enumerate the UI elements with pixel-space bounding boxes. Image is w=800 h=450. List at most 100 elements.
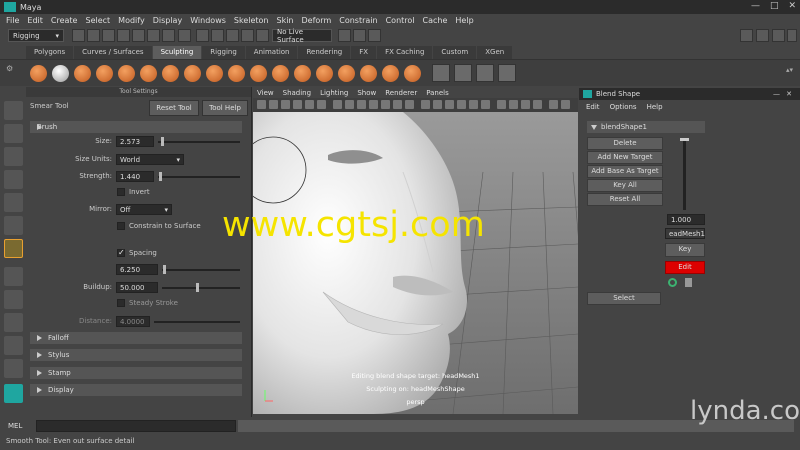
blend-menu-edit[interactable]: Edit [586,103,600,111]
grid-icon[interactable] [333,100,342,109]
fill-tool-icon[interactable] [294,65,311,82]
size-slider-handle[interactable] [161,137,164,146]
mask-icon[interactable] [476,64,494,82]
strength-slider-handle[interactable] [159,172,162,181]
pinch-tool-icon[interactable] [118,65,135,82]
wireframe-icon[interactable] [421,100,430,109]
blend-menu-help[interactable]: Help [647,103,663,111]
shelf-tab-polygons[interactable]: Polygons [26,46,74,59]
buildup-slider[interactable] [162,287,240,289]
viewport-menu-view[interactable]: View [257,89,274,97]
shadows-icon[interactable] [481,100,490,109]
spacing-checkbox[interactable] [117,248,125,257]
shelf-tab-rendering[interactable]: Rendering [298,46,351,59]
channel-box-icon[interactable] [787,29,797,42]
attribute-editor-icon[interactable] [756,29,769,42]
buildup-slider-handle[interactable] [196,283,199,292]
lasso-tool-icon[interactable] [4,124,23,143]
safe-action-icon[interactable] [393,100,402,109]
motion-blur-icon[interactable] [509,100,518,109]
edit-button[interactable]: Edit [665,261,705,274]
resolution-gate-icon[interactable] [357,100,366,109]
new-scene-icon[interactable] [72,29,85,42]
select-button[interactable]: Select [587,292,661,305]
brush-section-header[interactable]: Brush [30,121,242,133]
viewport-menu-show[interactable]: Show [357,89,376,97]
menu-display[interactable]: Display [153,16,183,25]
menu-cache[interactable]: Cache [423,16,448,25]
shelf-tab-fx[interactable]: FX [351,46,377,59]
four-view-layout-icon[interactable] [4,290,23,309]
distance-field[interactable]: 4.0000 [116,316,150,327]
size-units-dropdown[interactable]: World ▾ [116,154,184,165]
select-camera-icon[interactable] [257,100,266,109]
mirror-dropdown[interactable]: Off ▾ [116,204,172,215]
select-tool-icon[interactable] [4,101,23,120]
undo-icon[interactable] [117,29,130,42]
distance-slider[interactable] [154,321,240,323]
bookmark-icon[interactable] [281,100,290,109]
flatten-tool-icon[interactable] [140,65,157,82]
add-new-target-button[interactable]: Add New Target [587,151,663,164]
shelf-tab-animation[interactable]: Animation [245,46,298,59]
reset-tool-button[interactable]: Reset Tool [149,100,199,116]
textured-icon[interactable] [457,100,466,109]
key-all-button[interactable]: Key All [587,179,663,192]
shelf-tab-xgen[interactable]: XGen [477,46,513,59]
shelf-tab-rigging[interactable]: Rigging [202,46,245,59]
falloff-section-header[interactable]: Falloff [30,332,242,344]
menu-skeleton[interactable]: Skeleton [234,16,269,25]
grease-pencil-icon[interactable] [317,100,326,109]
knife-tool-icon[interactable] [316,65,333,82]
safe-title-icon[interactable] [405,100,414,109]
redo-icon[interactable] [132,29,145,42]
repeat-tool-icon[interactable] [206,65,223,82]
live-surface-field[interactable]: No Live Surface [272,28,332,44]
camera-attributes-icon[interactable] [269,100,278,109]
spacing-field[interactable]: 6.250 [116,264,158,275]
menu-modify[interactable]: Modify [118,16,145,25]
mel-label[interactable]: MEL [8,422,22,430]
layout-icon[interactable] [740,29,753,42]
film-gate-icon[interactable] [345,100,354,109]
menu-deform[interactable]: Deform [302,16,332,25]
shelf-tab-sculpting[interactable]: Sculpting [152,46,202,59]
smooth-tool-icon[interactable] [52,65,69,82]
menu-control[interactable]: Control [386,16,415,25]
viewport-menu-renderer[interactable]: Renderer [385,89,417,97]
xray-icon[interactable] [561,100,570,109]
smear-tool-active-icon[interactable] [4,239,23,258]
tool-help-button[interactable]: Tool Help [202,100,248,116]
key-button[interactable]: Key [665,243,705,257]
grab-tool-icon[interactable] [96,65,113,82]
sculpt-tool-icon[interactable] [30,65,47,82]
spacing-slider-handle[interactable] [163,265,166,274]
scrape-tool-icon[interactable] [272,65,289,82]
render-settings-icon[interactable] [368,29,381,42]
scale-tool-icon[interactable] [4,216,23,235]
use-all-lights-icon[interactable] [469,100,478,109]
menu-help[interactable]: Help [455,16,473,25]
blend-shape-editor-icon[interactable] [498,64,516,82]
constrain-checkbox[interactable] [117,222,125,230]
shelf-gear-icon[interactable]: ⚙ [6,64,14,82]
shelf-scroll-icon[interactable]: ▴▾ [786,66,793,80]
size-field[interactable]: 2.573 [116,136,154,147]
select-by-component-icon[interactable] [178,29,191,42]
target-weight-handle[interactable] [680,138,689,141]
stylus-section-header[interactable]: Stylus [30,349,242,361]
close-icon[interactable]: ✕ [788,1,796,11]
persp-outliner-layout-icon[interactable] [4,359,23,378]
single-perspective-layout-icon[interactable] [4,267,23,286]
depth-of-field-icon[interactable] [533,100,542,109]
menu-constrain[interactable]: Constrain [339,16,377,25]
two-d-pan-zoom-icon[interactable] [305,100,314,109]
wax-tool-icon[interactable] [250,65,267,82]
gate-mask-icon[interactable] [369,100,378,109]
menu-skin[interactable]: Skin [277,16,294,25]
paint-select-tool-icon[interactable] [4,147,23,166]
snap-curve-icon[interactable] [211,29,224,42]
snap-view-icon[interactable] [241,29,254,42]
target-weight-field[interactable]: 1.000 [667,214,705,225]
menu-create[interactable]: Create [51,16,78,25]
